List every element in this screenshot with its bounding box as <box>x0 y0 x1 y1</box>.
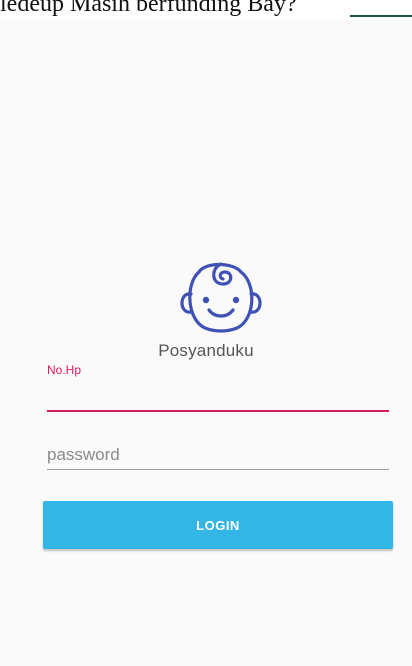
baby-face-icon <box>180 262 262 333</box>
password-input[interactable] <box>47 441 389 470</box>
phone-field-label: No.Hp <box>47 363 82 377</box>
partial-top-strip: ledeup Masih berfunding Bay? <box>0 0 412 20</box>
phone-input[interactable] <box>47 378 389 412</box>
green-divider <box>350 15 412 17</box>
app-title: Posyanduku <box>158 341 254 360</box>
clipped-header-text: ledeup Masih berfunding Bay? <box>0 0 297 17</box>
login-button[interactable]: LOGIN <box>43 501 393 549</box>
